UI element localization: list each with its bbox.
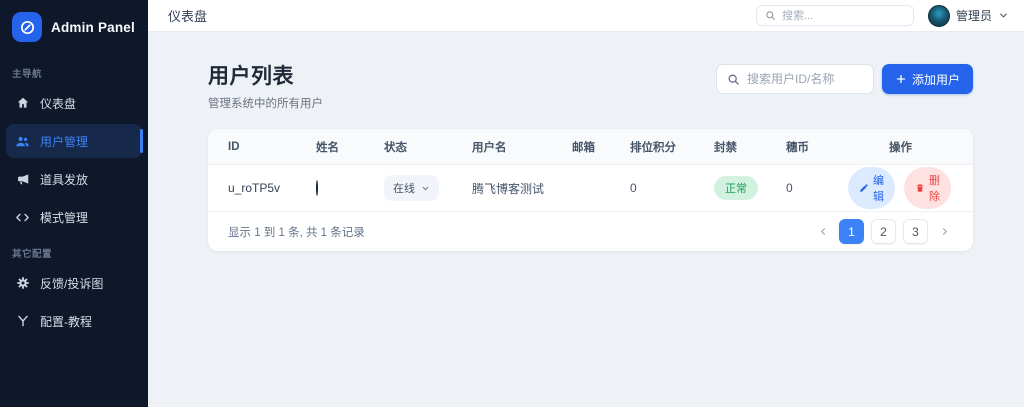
code-icon — [15, 210, 30, 225]
cell-username: 腾飞博客测试 — [472, 181, 545, 196]
branch-icon — [15, 314, 30, 329]
page-button-3[interactable]: 3 — [903, 219, 928, 244]
col-header-name: 姓名 — [316, 141, 339, 154]
sidebar-item-items[interactable]: 道具发放 — [6, 162, 142, 196]
edit-button[interactable]: 编辑 — [848, 167, 895, 209]
sidebar-item-label: 仪表盘 — [40, 96, 77, 111]
status-select[interactable]: 在线 — [384, 175, 439, 201]
col-header-status: 状态 — [384, 141, 407, 154]
topbar-page-title: 仪表盘 — [168, 9, 208, 24]
user-search[interactable] — [715, 64, 874, 94]
sidebar: Admin Panel 主导航 仪表盘 用户管理 道具发放 模式管理 其它配置 — [0, 0, 148, 407]
add-user-button[interactable]: 添加用户 — [881, 64, 973, 94]
pencil-icon — [859, 183, 869, 193]
sidebar-item-modes[interactable]: 模式管理 — [6, 200, 142, 234]
search-icon — [727, 73, 740, 86]
sidebar-item-label: 配置-教程 — [40, 314, 92, 329]
avatar — [927, 4, 950, 27]
sidebar-item-dashboard[interactable]: 仪表盘 — [6, 86, 142, 120]
search-icon — [765, 10, 776, 21]
col-header-actions: 操作 — [889, 141, 912, 154]
table-header-row: ID 姓名 状态 用户名 邮箱 排位积分 封禁 穗币 操作 — [208, 129, 973, 165]
page-title: 用户列表 — [208, 65, 294, 88]
users-icon — [15, 134, 30, 149]
chevron-down-icon — [998, 10, 1009, 21]
sidebar-item-feedback[interactable]: 反馈/投诉图 — [6, 266, 142, 300]
add-user-label: 添加用户 — [911, 72, 960, 87]
chevron-right-icon — [939, 226, 950, 237]
cell-rank-points: 0 — [630, 181, 637, 195]
plus-icon — [895, 73, 907, 85]
edit-label: 编辑 — [873, 175, 884, 203]
chevron-down-icon — [421, 184, 430, 193]
page-subtitle: 管理系统中的所有用户 — [208, 98, 323, 110]
sidebar-item-label: 模式管理 — [40, 210, 89, 225]
user-menu[interactable]: 管理员 — [927, 4, 1009, 27]
col-header-rank-points: 排位积分 — [630, 141, 676, 154]
page-button-1[interactable]: 1 — [839, 219, 864, 244]
global-search-input[interactable] — [781, 9, 905, 22]
home-icon — [15, 96, 30, 111]
col-header-coins: 穗币 — [786, 141, 809, 154]
cell-user-id: u_roTP5v — [228, 181, 281, 195]
col-header-email: 邮箱 — [572, 141, 595, 154]
sidebar-item-config-tutorial[interactable]: 配置-教程 — [6, 304, 142, 338]
status-value: 在线 — [393, 183, 415, 195]
sidebar-item-label: 用户管理 — [40, 134, 89, 149]
ban-status-badge: 正常 — [714, 176, 758, 200]
sidebar-item-label: 道具发放 — [40, 172, 89, 187]
sidebar-item-label: 反馈/投诉图 — [40, 276, 104, 291]
avatar — [316, 180, 318, 196]
delete-button[interactable]: 删除 — [904, 167, 951, 209]
pagination: 1 2 3 — [814, 219, 953, 244]
col-header-username: 用户名 — [472, 141, 507, 154]
table-footer: 显示 1 到 1 条, 共 1 条记录 1 2 3 — [208, 211, 973, 251]
megaphone-icon — [15, 172, 30, 187]
cell-coins: 0 — [786, 181, 793, 195]
delete-label: 删除 — [929, 175, 940, 203]
col-header-ban: 封禁 — [714, 141, 737, 154]
col-header-id: ID — [228, 140, 240, 153]
users-table-card: ID 姓名 状态 用户名 邮箱 排位积分 封禁 穗币 操作 u_roTP5v 在… — [208, 129, 973, 251]
user-search-input[interactable] — [746, 72, 863, 86]
trash-icon — [915, 183, 925, 193]
nav-section-label: 主导航 — [12, 69, 43, 80]
table-row: u_roTP5v 在线 腾飞博客测试 0 正常 0 编辑 删除 — [208, 165, 973, 211]
next-page-button[interactable] — [935, 220, 953, 244]
user-name: 管理员 — [955, 9, 992, 23]
prev-page-button[interactable] — [814, 220, 832, 244]
records-summary: 显示 1 到 1 条, 共 1 条记录 — [228, 226, 365, 239]
chevron-left-icon — [818, 226, 829, 237]
topbar: 仪表盘 管理员 — [148, 0, 1024, 32]
page-button-2[interactable]: 2 — [871, 219, 896, 244]
global-search[interactable] — [755, 5, 914, 26]
nav-section-label: 其它配置 — [12, 249, 53, 260]
logo-icon — [12, 12, 42, 42]
app-title: Admin Panel — [51, 19, 135, 35]
sidebar-item-users[interactable]: 用户管理 — [6, 124, 143, 158]
active-indicator-bar — [139, 129, 143, 153]
app-logo: Admin Panel — [0, 0, 148, 56]
gear-icon — [15, 276, 30, 291]
